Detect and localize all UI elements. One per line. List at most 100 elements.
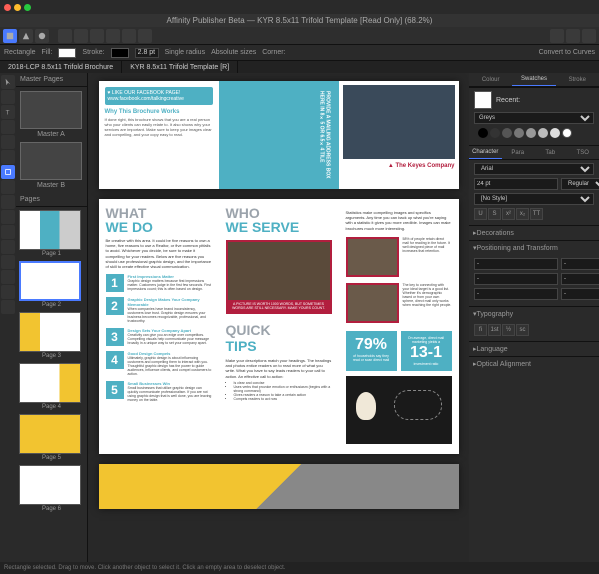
picture-frame-tool[interactable]	[1, 195, 15, 209]
fractions-button[interactable]: ½	[502, 324, 515, 336]
spread-page-1[interactable]: ♥ LIKE OUR FACEBOOK PAGE!www.facebook.co…	[99, 81, 459, 189]
doc-tab-2[interactable]: KYR 8.5x11 Trifold Template [R]	[122, 61, 238, 73]
positioning-section[interactable]: ▾ Positioning and Transform	[469, 241, 599, 255]
text-tool[interactable]: T	[1, 105, 15, 119]
ligatures-button[interactable]: fi	[474, 324, 487, 336]
stroke-swatch[interactable]	[111, 48, 129, 58]
superscript-button[interactable]: x²	[502, 208, 515, 220]
page-1-thumb[interactable]: Page 1	[19, 210, 84, 257]
colour-picker-tool[interactable]	[1, 270, 15, 284]
move-tool[interactable]	[1, 75, 15, 89]
tso-tab[interactable]: TSO	[567, 146, 599, 159]
swatch-grey-4[interactable]	[526, 128, 536, 138]
frame-text-tool[interactable]	[1, 120, 15, 134]
swatch-grey-6[interactable]	[550, 128, 560, 138]
master-a-thumb[interactable]: Master A	[20, 91, 82, 138]
swatch-black[interactable]	[478, 128, 488, 138]
place-image-tool[interactable]	[1, 210, 15, 224]
status-hint: Rectangle selected. Drag to move. Click …	[4, 565, 285, 571]
convert-curves-button[interactable]: Convert to Curves	[539, 49, 595, 56]
zoom-tool[interactable]	[1, 285, 15, 299]
photo-persona-button[interactable]	[35, 29, 49, 43]
swatch-white[interactable]	[562, 128, 572, 138]
swatch-grey-5[interactable]	[538, 128, 548, 138]
master-b-thumb[interactable]: Master B	[20, 142, 82, 189]
arrange-bottom-button[interactable]	[138, 29, 152, 43]
doc-tab-1[interactable]: 2018-LCP 8.5x11 Trifold Brochure	[0, 61, 122, 73]
absolute-sizes-label[interactable]: Absolute sizes	[211, 49, 256, 56]
scale-y-input[interactable]	[561, 288, 599, 300]
typography-section[interactable]: ▾ Typography	[469, 307, 599, 321]
stroke-width-input[interactable]	[135, 48, 159, 58]
status-bar: Rectangle selected. Drag to move. Click …	[0, 562, 599, 574]
subscript-button[interactable]: x₂	[516, 208, 529, 220]
arrange-middle-button[interactable]	[122, 29, 136, 43]
ellipse-tool[interactable]	[1, 180, 15, 194]
tracking-input[interactable]	[474, 258, 558, 270]
fill-tool[interactable]	[1, 225, 15, 239]
transparency-tool[interactable]	[1, 240, 15, 254]
fill-swatch[interactable]	[58, 48, 76, 58]
character-tab[interactable]: Character	[469, 146, 502, 159]
colour-tab[interactable]: Colour	[469, 73, 512, 86]
underline-button[interactable]: U	[474, 208, 487, 220]
designer-persona-button[interactable]	[19, 29, 33, 43]
arrange-left-button[interactable]	[58, 29, 72, 43]
swatch-grey-3[interactable]	[514, 128, 524, 138]
close-window-button[interactable]	[4, 4, 11, 11]
canvas[interactable]: ♥ LIKE OUR FACEBOOK PAGE!www.facebook.co…	[88, 73, 469, 562]
preflight-button[interactable]	[582, 29, 596, 43]
baseline-input[interactable]	[474, 273, 558, 285]
rectangle-tool[interactable]	[1, 165, 15, 179]
arrange-center-button[interactable]	[74, 29, 88, 43]
stroke-tab[interactable]: Stroke	[556, 73, 599, 86]
why-body: If done right, this brochure shows that …	[105, 117, 213, 137]
single-radius-label[interactable]: Single radius	[165, 49, 205, 56]
window-controls	[4, 4, 31, 11]
swatch-grey-1[interactable]	[490, 128, 500, 138]
font-family-select[interactable]: Arial	[474, 163, 594, 175]
font-size-input[interactable]	[474, 178, 558, 190]
spread-page-2[interactable]: WHATWE DO Be creative with this area. It…	[99, 199, 459, 454]
scale-x-input[interactable]	[474, 288, 558, 300]
tabstops-tab[interactable]: Tab	[534, 146, 567, 159]
page-6-thumb[interactable]: Page 6	[19, 465, 84, 512]
page-5-thumb[interactable]: Page 5	[19, 414, 84, 461]
hero-photo: A PICTURE IS WORTH 1000 WORDS, BUT SOMET…	[226, 240, 332, 314]
stat-13-1-box: On average, direct mail marketing yields…	[401, 331, 452, 371]
optical-alignment-section[interactable]: ▸ Optical Alignment	[469, 357, 599, 371]
pan-tool[interactable]	[1, 300, 15, 314]
arrange-top-button[interactable]	[106, 29, 120, 43]
arrange-right-button[interactable]	[90, 29, 104, 43]
language-section[interactable]: ▸ Language	[469, 342, 599, 356]
pen-tool[interactable]	[1, 150, 15, 164]
strikethrough-button[interactable]: S	[488, 208, 501, 220]
text-style-select[interactable]: [No Style]	[474, 193, 594, 205]
fill-colour-well[interactable]	[474, 91, 492, 109]
ordinals-button[interactable]: 1st	[488, 324, 501, 336]
vector-crop-tool[interactable]	[1, 255, 15, 269]
page-3-thumb[interactable]: Page 3	[19, 312, 84, 359]
spread-page-3[interactable]	[99, 464, 459, 509]
decorations-section[interactable]: ▸ Decorations	[469, 226, 599, 240]
intro-body: Be creative with this area. It could be …	[106, 238, 212, 269]
font-weight-select[interactable]: Regular	[561, 178, 599, 190]
node-tool[interactable]	[1, 90, 15, 104]
publisher-persona-button[interactable]	[3, 29, 17, 43]
smallcaps-button[interactable]: sc	[516, 324, 529, 336]
caps-button[interactable]: TT	[530, 208, 543, 220]
what-heading: WHATWE DO	[106, 206, 212, 234]
swatch-grey-2[interactable]	[502, 128, 512, 138]
leading-input[interactable]	[561, 273, 599, 285]
table-tool[interactable]	[1, 135, 15, 149]
zoom-window-button[interactable]	[24, 4, 31, 11]
page-4-thumb[interactable]: Page 4	[19, 363, 84, 410]
page-2-thumb[interactable]: Page 2	[19, 261, 84, 308]
preview-button[interactable]	[550, 29, 564, 43]
swatch-palette-select[interactable]: Greys	[474, 112, 594, 124]
baseline-button[interactable]	[566, 29, 580, 43]
kerning-input[interactable]	[561, 258, 599, 270]
paragraph-tab[interactable]: Para	[502, 146, 535, 159]
minimize-window-button[interactable]	[14, 4, 21, 11]
swatches-tab[interactable]: Swatches	[512, 73, 555, 86]
